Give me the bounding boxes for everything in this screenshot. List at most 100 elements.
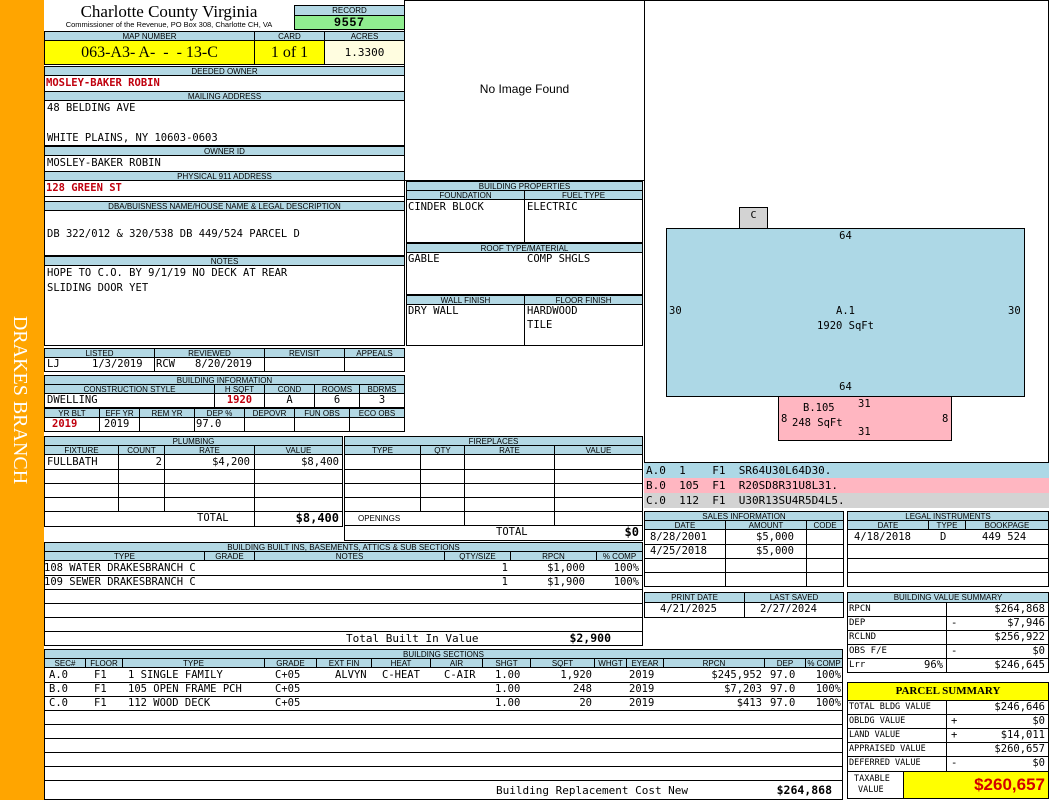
ps-label-land: LAND VALUE	[849, 730, 901, 740]
section-heat-a: C-HEAT	[382, 669, 420, 681]
sketch-c-label: C	[750, 210, 757, 221]
roof-material: COMP SHGLS	[527, 253, 591, 265]
section-air-a: C-AIR	[444, 669, 476, 681]
sketch-b-right: 8	[942, 413, 949, 425]
vs-label-obs: OBS F/E	[849, 646, 887, 656]
replacement-cost-label: Building Replacement Cost New	[496, 784, 689, 797]
vs-value-dep: $7,946	[1007, 617, 1045, 629]
vs-value-obs: $0	[1032, 645, 1045, 657]
section-dep-c: 97.0	[770, 697, 796, 709]
wall-finish: DRY WALL	[408, 305, 459, 317]
plumbing-count: 2	[155, 456, 162, 468]
fireplace-total: $0	[624, 525, 639, 539]
section-grade-b: C+05	[275, 683, 301, 695]
vs-value-lrr: $246,645	[994, 659, 1045, 671]
sketch-a-bottom: 64	[839, 381, 852, 393]
sale-amount-1: $5,000	[756, 531, 794, 543]
section-grade-a: C+05	[275, 669, 301, 681]
replacement-cost-total: $264,868	[776, 783, 832, 797]
effyr-value: 2019	[104, 418, 130, 430]
record-number: 9557	[294, 15, 405, 30]
fireplace-total-label: TOTAL	[496, 526, 528, 538]
taxable-value: $260,657	[903, 771, 1049, 799]
listed-by: LJ	[47, 358, 60, 370]
yrblt-value: 2019	[52, 418, 78, 430]
section-grade-c: C+05	[275, 697, 301, 709]
ps-label-deferred: DEFERRED VALUE	[849, 758, 921, 768]
section-rpcn-b: $7,203	[724, 683, 762, 695]
sketch-a-top: 64	[839, 230, 852, 242]
acres-value: 1.3300	[324, 40, 405, 65]
plumbing-value: $8,400	[301, 456, 339, 468]
sketch-b-name: B.105	[803, 402, 835, 414]
notes-label: NOTES	[44, 256, 405, 266]
section-rpcn-c: $413	[736, 697, 762, 709]
builtin-qty-2: 1	[501, 576, 508, 588]
legal-date-1: 4/18/2018	[854, 531, 911, 543]
sketch-a-name: A.1	[836, 305, 855, 317]
section-sec-c: C.0	[49, 697, 68, 709]
vs-label-rpcn: RPCN	[849, 604, 871, 614]
vs-pct-lrr: 96%	[924, 659, 943, 671]
ps-label-obldg: OBLDG VALUE	[849, 716, 906, 726]
card-number: 1 of 1	[254, 40, 325, 65]
section-eyear-b: 2019	[629, 683, 655, 695]
sketch-b-top: 31	[858, 398, 871, 410]
ps-label-total-bldg: TOTAL BLDG VALUE	[849, 702, 931, 712]
builtin-qty-1: 1	[501, 562, 508, 574]
taxable-label-2: VALUE	[858, 785, 884, 795]
vs-value-rpcn: $264,868	[994, 603, 1045, 615]
builtin-comp-2: 100%	[613, 576, 639, 588]
plumbing-total-label: TOTAL	[197, 512, 229, 524]
section-shgt-c: 1.00	[495, 697, 521, 709]
cond-value: A	[286, 394, 293, 406]
plumbing-total: $8,400	[295, 511, 339, 525]
section-sqft-a: 1,920	[560, 669, 592, 681]
sketch-a-area: 1920 SqFt	[817, 320, 874, 332]
ps-value-deferred: $0	[1032, 757, 1045, 769]
section-comp-c: 100%	[815, 697, 841, 709]
reviewed-by: RCW	[156, 358, 175, 370]
section-shgt-b: 1.00	[495, 683, 521, 695]
roof-type: GABLE	[408, 253, 440, 265]
fuel-type-value: ELECTRIC	[527, 201, 578, 213]
mailing-address-line2: WHITE PLAINS, NY 10603-0603	[47, 132, 218, 144]
legal-type-1: D	[940, 531, 947, 543]
reviewed-date: 8/20/2019	[195, 358, 252, 370]
sketch-line-a: A.0 1 F1 SR64U30L64D30.	[646, 464, 832, 477]
mailing-address-line1: 48 BELDING AVE	[47, 102, 136, 114]
no-image-text: No Image Found	[479, 82, 570, 96]
vs-label-dep: DEP	[849, 618, 866, 628]
ps-value-land: $14,011	[1000, 729, 1045, 741]
mailing-address-label: MAILING ADDRESS	[44, 91, 405, 101]
office-line: Commissioner of the Revenue, PO Box 308,…	[65, 20, 273, 29]
rooms-value: 6	[333, 394, 341, 406]
plumbing-fixture: FULLBATH	[47, 456, 98, 468]
owner-id-label: OWNER ID	[44, 146, 405, 156]
sale-amount-2: $5,000	[756, 545, 794, 557]
parcel-summary-label: PARCEL SUMMARY	[847, 682, 1049, 701]
floor-finish-2: TILE	[527, 319, 553, 331]
section-eyear-c: 2019	[629, 697, 655, 709]
physical-address-label: PHYSICAL 911 ADDRESS	[44, 171, 405, 181]
builtins-total-label: Total Built In Value	[346, 632, 479, 645]
section-type-b: 105 OPEN FRAME PCH	[128, 683, 242, 695]
print-date: 4/21/2025	[660, 603, 717, 615]
vs-value-rclnd: $256,922	[994, 631, 1045, 643]
ps-value-total-bldg: $246,646	[994, 701, 1045, 713]
vs-label-lrr: Lrr	[849, 660, 866, 670]
county-title: Charlotte County Virginia	[80, 2, 258, 21]
builtin-type-2: 109 SEWER DRAKESBRANCH C	[44, 576, 196, 588]
map-number: 063-A3- A- - - 13-C	[44, 40, 255, 65]
construction-style: DWELLING	[47, 394, 98, 406]
notes-line1: HOPE TO C.O. BY 9/1/19 NO DECK AT REAR	[47, 267, 288, 279]
section-floor-a: F1	[94, 669, 107, 681]
plumbing-rate: $4,200	[212, 456, 250, 468]
builtin-type-1: 108 WATER DRAKESBRANCH C	[44, 562, 196, 574]
section-floor-b: F1	[94, 683, 107, 695]
sketch-line-b: B.0 105 F1 R20SD8R31U8L31.	[646, 479, 839, 492]
ps-value-obldg: $0	[1032, 715, 1045, 727]
owner-id: MOSLEY-BAKER ROBIN	[47, 157, 161, 169]
section-sec-a: A.0	[49, 669, 68, 681]
sale-date-2: 4/25/2018	[650, 545, 707, 557]
